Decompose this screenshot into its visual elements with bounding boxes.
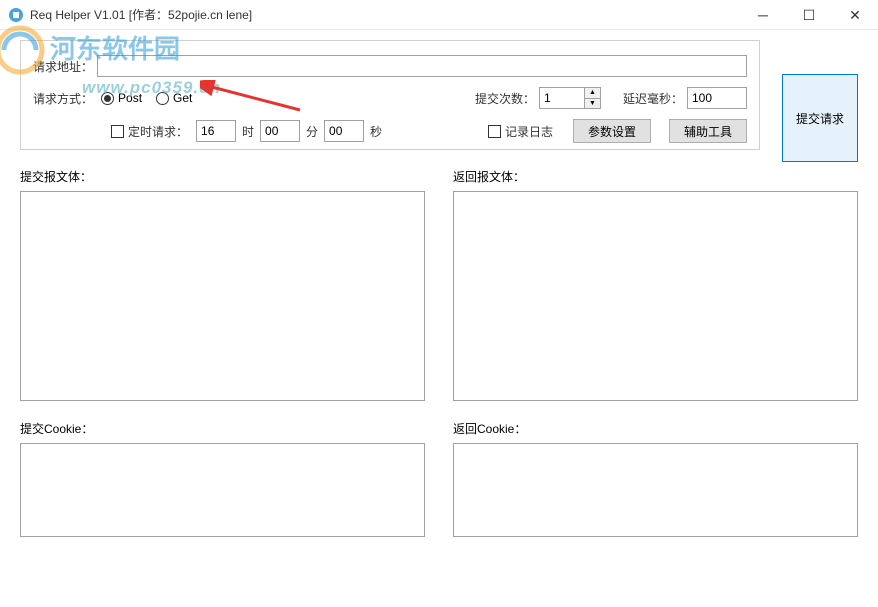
min-unit: 分	[306, 123, 318, 140]
delay-label: 延迟毫秒：	[623, 90, 683, 107]
url-input[interactable]	[97, 55, 747, 77]
request-cookie-label: 提交Cookie：	[20, 420, 425, 437]
checkbox-icon	[111, 125, 124, 138]
url-label: 请求地址：	[33, 58, 93, 75]
time-hour-input[interactable]	[196, 120, 236, 142]
radio-get-label: Get	[173, 91, 192, 105]
app-icon	[8, 7, 24, 23]
log-label: 记录日志	[505, 123, 553, 140]
request-settings-group: 请求地址： 请求方式： Post Get 提交次数： ▲▼ 延迟毫秒：	[20, 40, 760, 150]
window-title: Req Helper V1.01 [作者：52pojie.cn lene]	[30, 6, 740, 23]
time-min-input[interactable]	[260, 120, 300, 142]
response-body-label: 返回报文体：	[453, 168, 858, 185]
sec-unit: 秒	[370, 123, 382, 140]
response-cookie-label: 返回Cookie：	[453, 420, 858, 437]
radio-get[interactable]: Get	[156, 91, 192, 105]
minimize-button[interactable]: ─	[740, 0, 786, 30]
helper-tools-button[interactable]: 辅助工具	[669, 119, 747, 143]
radio-icon	[156, 92, 169, 105]
maximize-button[interactable]: ☐	[786, 0, 832, 30]
spinner-up-icon[interactable]: ▲	[585, 88, 600, 99]
checkbox-icon	[488, 125, 501, 138]
timed-request-checkbox[interactable]: 定时请求：	[111, 123, 188, 140]
timed-request-label: 定时请求：	[128, 123, 188, 140]
time-sec-input[interactable]	[324, 120, 364, 142]
request-body-label: 提交报文体：	[20, 168, 425, 185]
log-checkbox[interactable]: 记录日志	[488, 123, 553, 140]
radio-icon	[101, 92, 114, 105]
submit-count-label: 提交次数：	[475, 90, 535, 107]
spinner-down-icon[interactable]: ▼	[585, 99, 600, 109]
param-settings-button[interactable]: 参数设置	[573, 119, 651, 143]
submit-request-button[interactable]: 提交请求	[782, 74, 858, 162]
response-body-textarea[interactable]	[453, 191, 858, 401]
hour-unit: 时	[242, 123, 254, 140]
response-cookie-textarea[interactable]	[453, 443, 858, 537]
method-label: 请求方式：	[33, 90, 93, 107]
radio-post-label: Post	[118, 91, 142, 105]
delay-input[interactable]	[687, 87, 747, 109]
radio-post[interactable]: Post	[101, 91, 142, 105]
submit-count-input[interactable]	[540, 88, 584, 108]
request-body-textarea[interactable]	[20, 191, 425, 401]
title-bar: Req Helper V1.01 [作者：52pojie.cn lene] ─ …	[0, 0, 878, 30]
submit-count-spinner[interactable]: ▲▼	[539, 87, 601, 109]
close-button[interactable]: ✕	[832, 0, 878, 30]
request-cookie-textarea[interactable]	[20, 443, 425, 537]
